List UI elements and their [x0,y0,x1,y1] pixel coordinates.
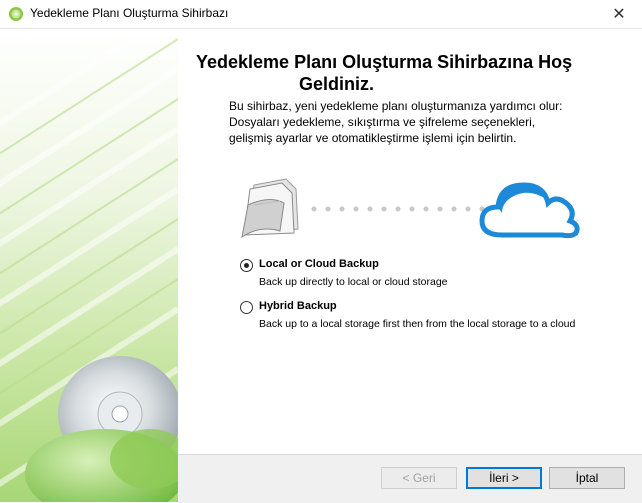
page-title-line2: Geldiniz. [299,74,375,94]
cloud-icon [479,182,580,239]
sidebar-artwork [0,29,178,502]
title-bar: Yedekleme Planı Oluşturma Sihirbazı ✕ [0,0,642,29]
local-cloud-radio[interactable] [240,259,253,272]
option-description: Back up to a local storage first then fr… [259,318,576,330]
transfer-dots [311,206,485,212]
cancel-button[interactable]: İptal [549,467,625,489]
wizard-sidebar-graphic [0,29,178,502]
option-description: Back up directly to local or cloud stora… [259,276,448,288]
wizard-description: Bu sihirbaz, yeni yedekleme planı oluştu… [229,99,563,145]
close-button[interactable]: ✕ [596,0,642,28]
hybrid-radio[interactable] [240,301,253,314]
documents-icon [241,178,299,239]
option-title: Local or Cloud Backup [259,258,379,270]
next-button[interactable]: İleri > [466,467,542,489]
option-title: Hybrid Backup [259,300,337,312]
close-icon: ✕ [612,6,626,23]
backup-illustration [241,178,580,239]
app-disc-icon [9,7,23,21]
page-title: Yedekleme Planı Oluşturma Sihirbazına Ho… [196,51,636,95]
page-title-line1: Yedekleme Planı Oluşturma Sihirbazına Ho… [196,52,573,72]
window-title: Yedekleme Planı Oluşturma Sihirbazı [30,6,229,20]
wizard-footer: < Geri İleri > İptal [178,454,642,503]
wizard-content: Yedekleme Planı Oluşturma Sihirbazına Ho… [178,29,642,454]
back-button[interactable]: < Geri [381,467,457,489]
